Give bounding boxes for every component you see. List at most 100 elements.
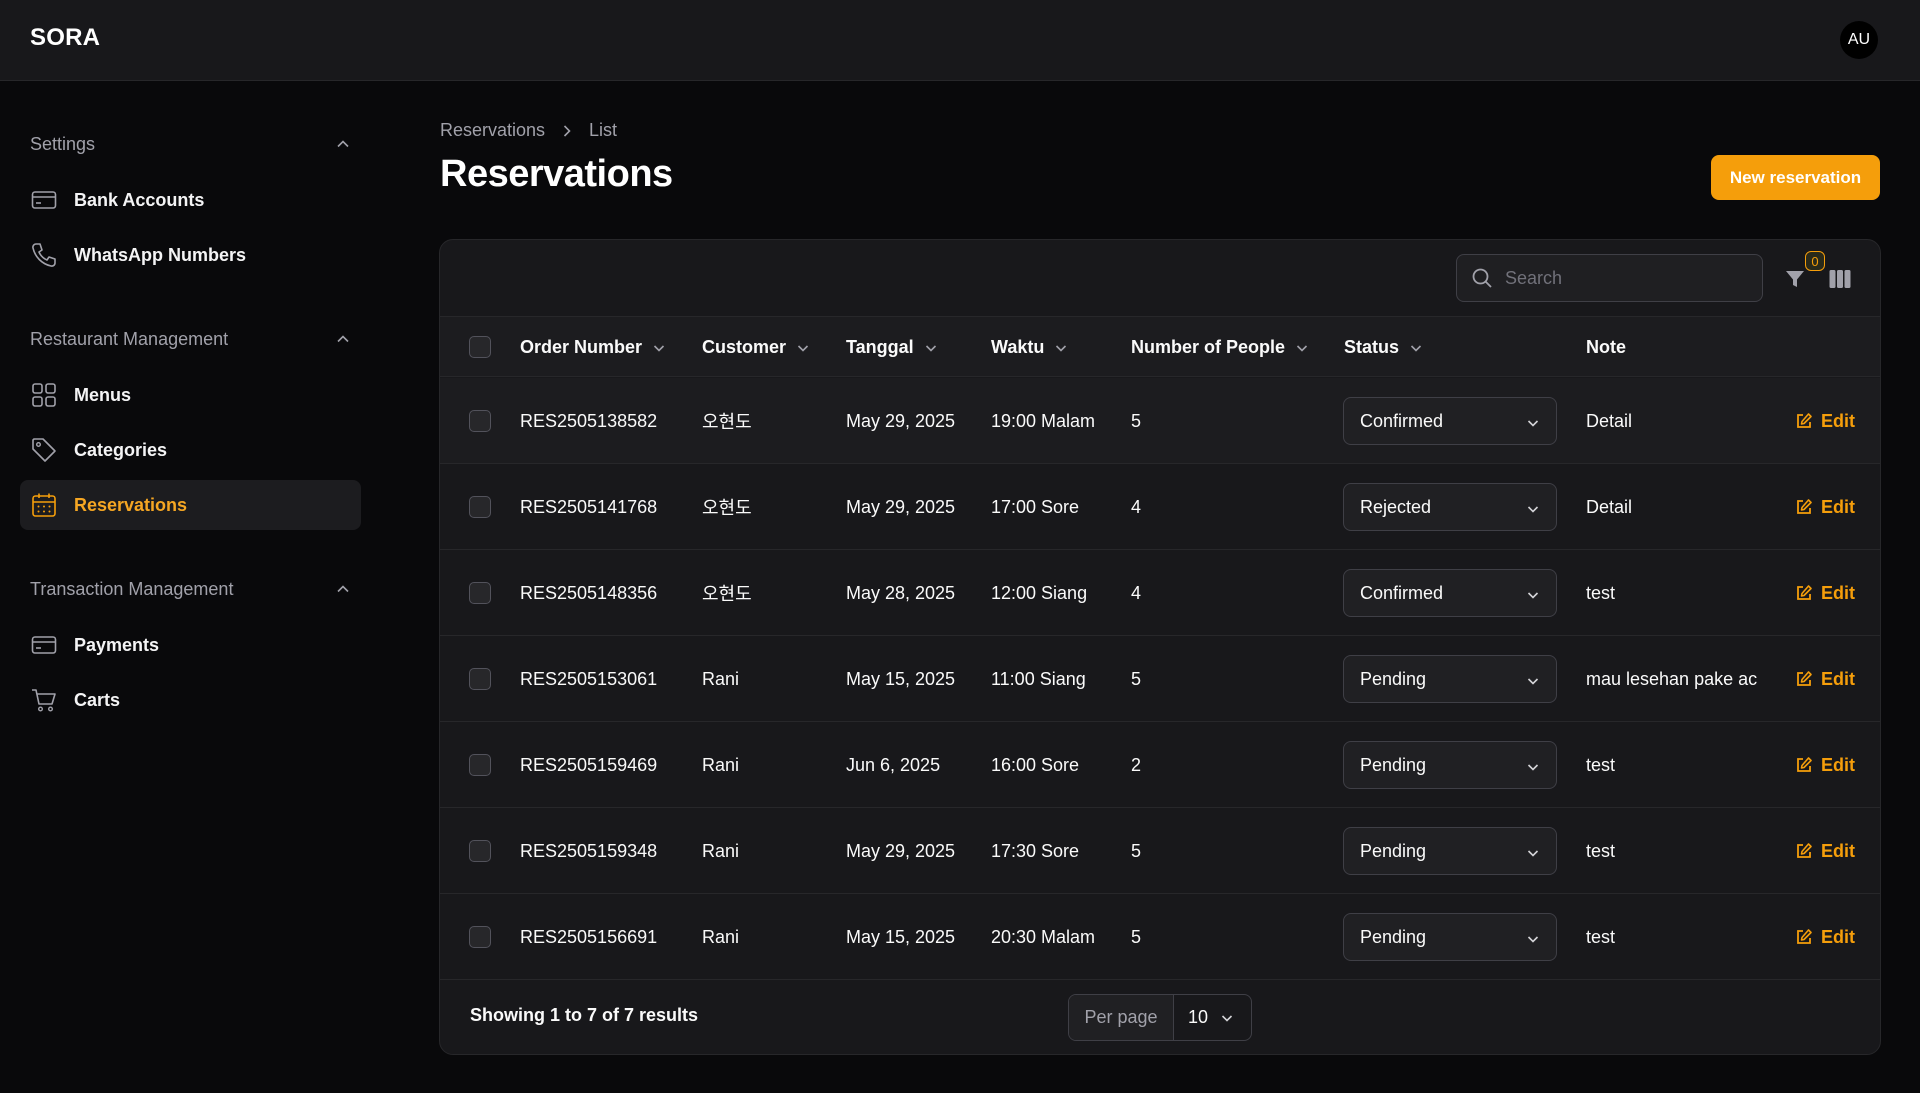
status-select[interactable]: Pending	[1343, 913, 1557, 961]
table-row[interactable]: RES2505148356 오현도 May 28, 2025 12:00 Sia…	[440, 550, 1880, 636]
chevron-down-icon	[1527, 678, 1539, 685]
sidebar-item-label: Menus	[74, 384, 132, 405]
table-row[interactable]: RES2505159469 Rani Jun 6, 2025 16:00 Sor…	[440, 722, 1880, 808]
date-cell: May 15, 2025	[846, 926, 956, 947]
new-reservation-button[interactable]: New reservation	[1711, 155, 1880, 200]
people-cell: 4	[1131, 582, 1142, 603]
status-value: Pending	[1360, 668, 1427, 689]
time-cell: 20:30 Malam	[991, 926, 1096, 947]
edit-button[interactable]: Edit	[1795, 894, 1855, 980]
column-label: Note	[1586, 337, 1626, 357]
row-checkbox[interactable]	[469, 926, 491, 948]
status-select[interactable]: Pending	[1343, 827, 1557, 875]
sidebar-item-whatsapp-numbers[interactable]: WhatsApp Numbers	[20, 230, 361, 280]
chevron-down-icon	[1527, 850, 1539, 857]
table-row[interactable]: RES2505159348 Rani May 29, 2025 17:30 So…	[440, 808, 1880, 894]
sidebar-item-label: WhatsApp Numbers	[74, 244, 247, 265]
chevron-down-icon	[797, 344, 809, 352]
table-row[interactable]: RES2505156691 Rani May 15, 2025 20:30 Ma…	[440, 894, 1880, 980]
edit-button[interactable]: Edit	[1795, 550, 1855, 636]
chevron-up-icon	[337, 585, 349, 593]
time-cell: 12:00 Siang	[991, 582, 1088, 603]
column-label: Tanggal	[846, 337, 914, 357]
people-cell: 5	[1131, 668, 1142, 689]
table-row[interactable]: RES2505138582 오현도 May 29, 2025 19:00 Mal…	[440, 378, 1880, 464]
row-checkbox[interactable]	[469, 668, 491, 690]
per-page-select[interactable]: Per page 10	[1068, 994, 1252, 1041]
edit-button[interactable]: Edit	[1795, 808, 1855, 894]
edit-icon	[1797, 929, 1812, 944]
edit-icon	[1797, 671, 1812, 686]
status-select[interactable]: Confirmed	[1343, 397, 1557, 445]
row-checkbox[interactable]	[469, 840, 491, 862]
columns-toggle-button[interactable]	[1825, 264, 1855, 294]
column-header-order-number[interactable]: Order Number	[520, 317, 666, 378]
brand-logo[interactable]: SORA	[30, 24, 100, 52]
column-header-number-of-people[interactable]: Number of People	[1131, 317, 1309, 378]
date-cell: Jun 6, 2025	[846, 754, 941, 775]
edit-icon	[1797, 413, 1812, 428]
chevron-up-icon	[337, 140, 349, 148]
credit-card-icon	[30, 186, 58, 214]
column-label: Number of People	[1131, 337, 1286, 357]
column-header-status[interactable]: Status	[1344, 317, 1423, 378]
sidebar-group-settings[interactable]: Settings	[30, 129, 350, 159]
sidebar-item-categories[interactable]: Categories	[20, 425, 361, 475]
chevron-down-icon	[1527, 764, 1539, 771]
filter-count-badge: 0	[1805, 251, 1825, 271]
table-row[interactable]: RES2505141768 오현도 May 29, 2025 17:00 Sor…	[440, 464, 1880, 550]
status-value: Confirmed	[1360, 410, 1444, 431]
status-value: Pending	[1360, 926, 1427, 947]
sidebar-group-restaurant-management[interactable]: Restaurant Management	[30, 324, 350, 354]
sidebar-item-carts[interactable]: Carts	[20, 675, 361, 725]
row-checkbox[interactable]	[469, 410, 491, 432]
sidebar-group-transaction-management[interactable]: Transaction Management	[30, 574, 350, 604]
sidebar-item-payments[interactable]: Payments	[20, 620, 361, 670]
status-select[interactable]: Confirmed	[1343, 569, 1557, 617]
sidebar-item-reservations[interactable]: Reservations	[20, 480, 361, 530]
chevron-down-icon	[1221, 1014, 1233, 1022]
page-title: Reservations	[440, 153, 673, 195]
per-page-number: 10	[1188, 1007, 1209, 1027]
status-select[interactable]: Rejected	[1343, 483, 1557, 531]
calendar-icon	[30, 491, 58, 519]
note-cell: test	[1586, 582, 1616, 603]
column-label: Customer	[702, 337, 787, 357]
sidebar-item-bank-accounts[interactable]: Bank Accounts	[20, 175, 361, 225]
per-page-label: Per page	[1069, 995, 1174, 1040]
column-header-waktu[interactable]: Waktu	[991, 317, 1068, 378]
tag-icon	[30, 436, 58, 464]
table-row[interactable]: RES2505153061 Rani May 15, 2025 11:00 Si…	[440, 636, 1880, 722]
column-header-customer[interactable]: Customer	[702, 317, 810, 378]
edit-button[interactable]: Edit	[1795, 378, 1855, 464]
edit-icon	[1797, 843, 1812, 858]
sidebar-item-menus[interactable]: Menus	[20, 370, 361, 420]
edit-icon	[1797, 585, 1812, 600]
select-all-checkbox[interactable]	[469, 336, 491, 358]
status-value: Pending	[1360, 840, 1427, 861]
column-header-tanggal[interactable]: Tanggal	[846, 317, 938, 378]
edit-button[interactable]: Edit	[1795, 722, 1855, 808]
avatar[interactable]: AU	[1840, 21, 1878, 59]
edit-button[interactable]: Edit	[1795, 464, 1855, 550]
sidebar-item-label: Bank Accounts	[74, 189, 205, 210]
row-checkbox[interactable]	[469, 754, 491, 776]
order-number-cell: RES2505141768	[520, 496, 658, 517]
breadcrumb-parent[interactable]: Reservations	[440, 120, 545, 141]
search-input[interactable]: Search	[1456, 254, 1763, 302]
order-number-cell: RES2505159469	[520, 754, 658, 775]
status-select[interactable]: Pending	[1343, 741, 1557, 789]
pagination-summary: Showing 1 to 7 of 7 results	[470, 1005, 699, 1025]
column-header-note: Note	[1586, 317, 1626, 378]
time-cell: 19:00 Malam	[991, 410, 1096, 431]
sidebar-item-label: Reservations	[74, 494, 188, 515]
order-number-cell: RES2505138582	[520, 410, 658, 431]
per-page-value[interactable]: 10	[1174, 995, 1251, 1040]
status-select[interactable]: Pending	[1343, 655, 1557, 703]
row-checkbox[interactable]	[469, 496, 491, 518]
chevron-right-icon	[561, 124, 573, 138]
row-checkbox[interactable]	[469, 582, 491, 604]
edit-label: Edit	[1821, 840, 1855, 861]
edit-button[interactable]: Edit	[1795, 636, 1855, 722]
credit-card-icon	[30, 631, 58, 659]
